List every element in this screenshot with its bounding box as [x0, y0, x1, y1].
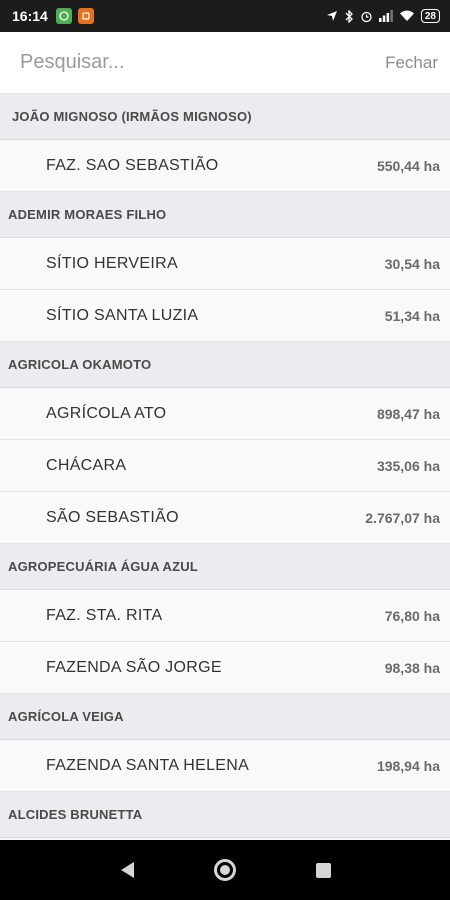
farm-area: 335,06 ha — [376, 457, 440, 474]
bluetooth-icon — [344, 9, 354, 23]
farm-name: FAZ. SAO SEBASTIÃO — [46, 156, 219, 174]
group-header: AGRICOLA OKAMOTO — [0, 342, 450, 388]
search-input[interactable] — [20, 51, 386, 74]
farm-list-item[interactable]: FAZENDA SANTA HELENA 198,94 ha — [0, 740, 450, 792]
farm-name: SÍTIO HERVEIRA — [46, 254, 178, 272]
farm-name: SÍTIO SANTA LUZIA — [46, 306, 199, 324]
signal-icon — [378, 10, 393, 22]
back-button[interactable] — [114, 857, 140, 883]
group-header: AGROPECUÁRIA ÁGUA AZUL — [0, 544, 450, 590]
farm-area: 30,54 ha — [384, 255, 440, 272]
group-header: AGRÍCOLA VEIGA — [0, 694, 450, 740]
farm-name: FAZENDA SANTA HELENA — [46, 756, 250, 774]
farm-area: 198,94 ha — [376, 757, 440, 774]
farm-list-item[interactable]: SÍTIO SANTA LUZIA 51,34 ha — [0, 290, 450, 342]
group-header: JOÃO MIGNOSO (IRMÃOS MIGNOSO) — [0, 94, 450, 140]
farm-area: 51,34 ha — [384, 307, 440, 324]
navigation-bar — [0, 840, 450, 900]
farm-area: 550,44 ha — [376, 157, 440, 174]
farm-name: FAZENDA SÃO JORGE — [46, 658, 222, 676]
recents-button[interactable] — [310, 857, 336, 883]
farm-list-item[interactable]: FAZ. SAO SEBASTIÃO 550,44 ha — [0, 140, 450, 192]
farm-list-item[interactable]: CHÁCARA 335,06 ha — [0, 440, 450, 492]
alarm-icon — [360, 10, 373, 23]
farm-list-item[interactable]: FAZ. STA. RITA 76,80 ha — [0, 590, 450, 642]
farm-name: CHÁCARA — [46, 456, 127, 474]
home-button[interactable] — [212, 857, 238, 883]
whatsapp-icon — [55, 8, 72, 24]
farm-name: AGRÍCOLA ATO — [46, 404, 167, 422]
farm-list-item[interactable]: FAZENDA SÃO JORGE 98,38 ha — [0, 642, 450, 694]
recents-icon — [315, 862, 331, 878]
close-search-button[interactable]: Fechar — [385, 53, 438, 73]
farm-area: 898,47 ha — [376, 405, 440, 422]
status-bar: 16:14 28 — [0, 0, 450, 32]
farm-name: SÃO SEBASTIÃO — [46, 508, 179, 526]
status-time: 16:14 — [12, 8, 48, 24]
location-icon — [326, 10, 338, 22]
wifi-icon — [399, 10, 415, 22]
status-icons: 28 — [326, 9, 440, 23]
search-bar: Fechar — [0, 32, 450, 94]
battery-icon: 28 — [420, 9, 440, 23]
farm-list-item[interactable]: AGRÍCOLA ATO 898,47 ha — [0, 388, 450, 440]
farm-area: 98,38 ha — [384, 659, 440, 676]
farm-list-item[interactable]: SÃO SEBASTIÃO 2.767,07 ha — [0, 492, 450, 544]
group-header: ADEMIR MORAES FILHO — [0, 192, 450, 238]
farm-area: 76,80 ha — [384, 607, 440, 624]
farm-list[interactable]: JOÃO MIGNOSO (IRMÃOS MIGNOSO) FAZ. SAO SE… — [0, 94, 450, 840]
farm-list-item[interactable]: SÍTIO HERVEIRA 30,54 ha — [0, 238, 450, 290]
farm-name: FAZ. STA. RITA — [46, 606, 163, 624]
back-icon — [120, 862, 134, 878]
group-header: ALCIDES BRUNETTA — [0, 792, 450, 838]
farm-area: 2.767,07 ha — [365, 509, 440, 526]
home-icon — [214, 859, 236, 881]
app-notification-icon — [77, 8, 94, 24]
